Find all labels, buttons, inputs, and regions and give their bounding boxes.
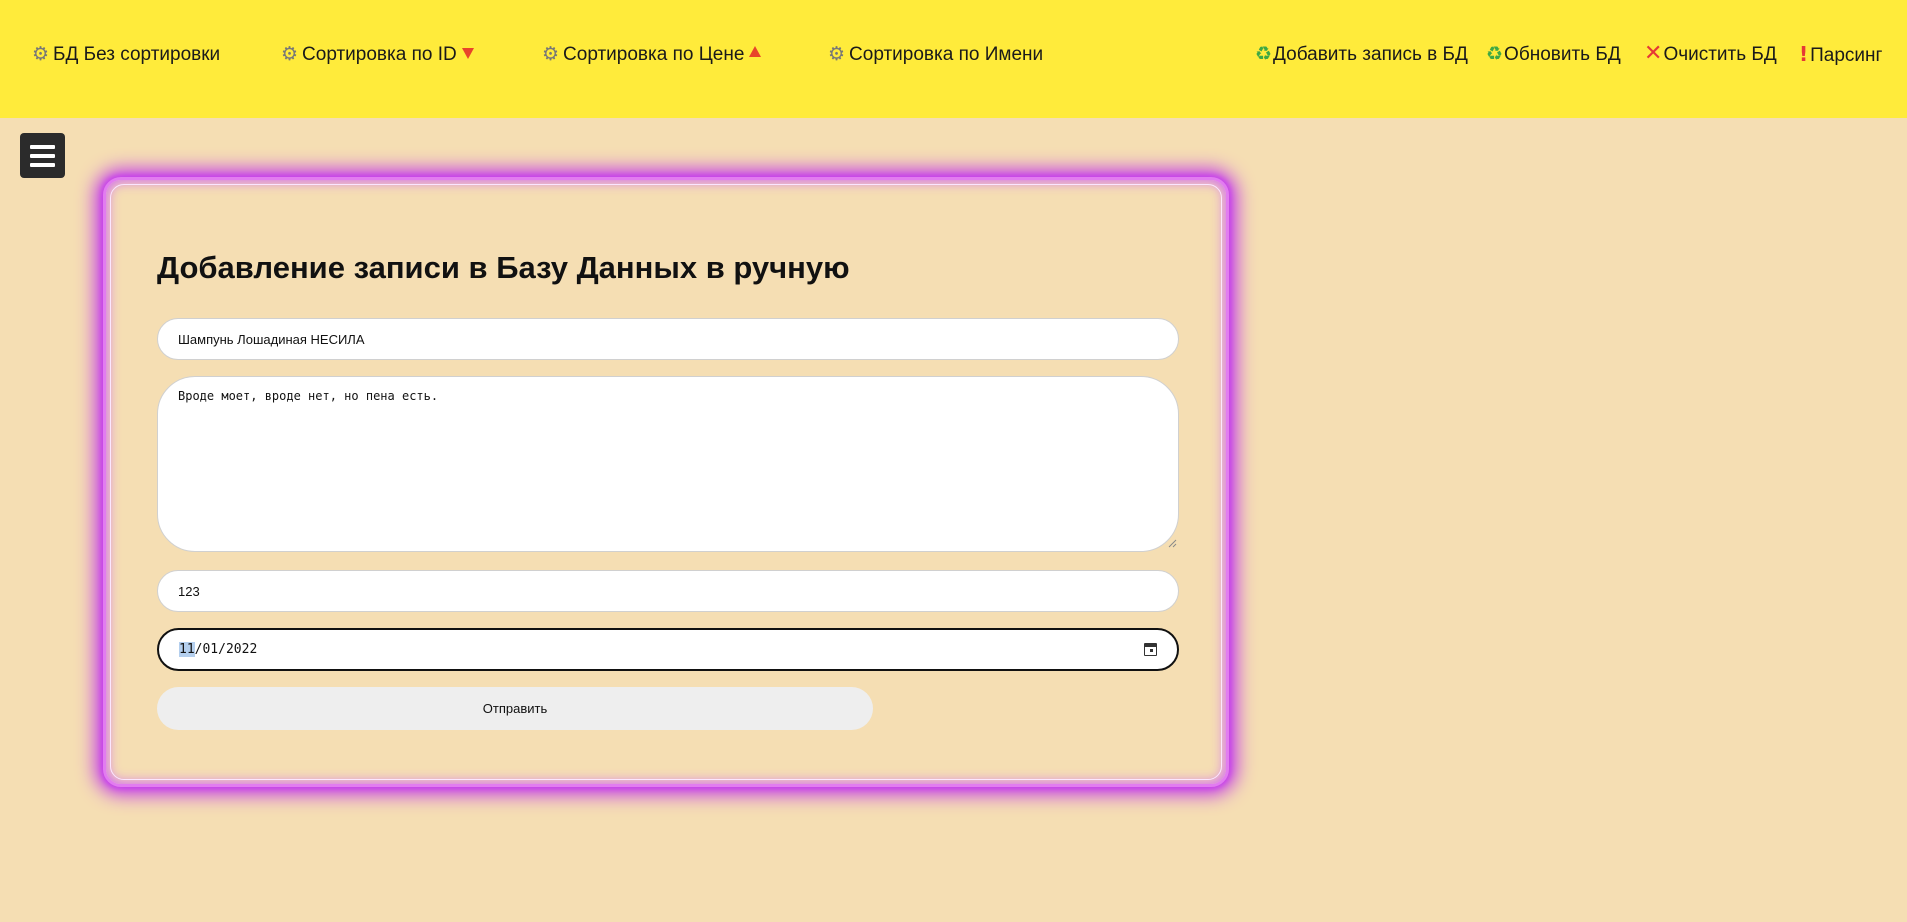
nav-action-update-db[interactable]: ♻Обновить БД (1486, 42, 1621, 67)
nav-action-label: Обновить БД (1504, 44, 1621, 65)
hamburger-bar (30, 163, 55, 167)
price-input[interactable] (157, 570, 1179, 612)
gear-icon: ⚙ (542, 43, 560, 65)
date-rest-segment[interactable]: /01/2022 (195, 642, 258, 657)
triangle-up-icon (749, 46, 762, 57)
nav-item-sort-price[interactable]: ⚙ Сортировка по Цене (542, 42, 762, 67)
hamburger-bar (30, 154, 55, 158)
exclamation-icon: ! (1799, 42, 1809, 66)
nav-action-label: Добавить запись в БД (1273, 44, 1468, 65)
nav-item-label: Сортировка по ID (302, 44, 457, 65)
nav-item-sort-name[interactable]: ⚙ Сортировка по Имени (828, 42, 1043, 67)
nav-action-label: Очистить БД (1663, 44, 1777, 65)
calendar-icon[interactable] (1144, 643, 1157, 656)
triangle-down-icon (461, 48, 474, 59)
nav-action-parsing[interactable]: ! Парсинг (1799, 42, 1882, 68)
add-record-form: Добавление записи в Базу Данных в ручную… (103, 177, 1229, 787)
hamburger-menu-icon (30, 145, 55, 149)
recycle-icon: ♻ (1255, 43, 1273, 65)
gear-icon: ⚙ (281, 43, 299, 65)
date-month-segment[interactable]: 11 (179, 642, 195, 657)
nav-action-label: Парсинг (1810, 45, 1883, 66)
nav-item-label: Сортировка по Цене (563, 44, 745, 65)
hamburger-menu-button[interactable] (20, 133, 65, 178)
recycle-icon: ♻ (1486, 43, 1504, 65)
nav-action-clear-db[interactable]: ✕Очистить БД (1644, 42, 1777, 67)
cross-icon: ✕ (1644, 41, 1663, 66)
form-title: Добавление записи в Базу Данных в ручную (157, 250, 850, 285)
nav-item-label: Сортировка по Имени (849, 44, 1044, 65)
top-nav-bar: ⚙ БД Без сортировки ⚙ Сортировка по ID ⚙ Со… (0, 0, 1907, 118)
product-name-input[interactable] (157, 318, 1179, 360)
nav-item-no-sort[interactable]: ⚙ БД Без сортировки (32, 42, 220, 67)
product-description-textarea[interactable]: Вроде моет, вроде нет, но пена есть. (157, 376, 1179, 552)
nav-item-sort-id[interactable]: ⚙ Сортировка по ID (281, 42, 474, 67)
gear-icon: ⚙ (828, 43, 846, 65)
date-input[interactable]: 11/01/2022 (157, 628, 1179, 671)
nav-action-add-record[interactable]: ♻Добавить запись в БД (1255, 42, 1468, 67)
gear-icon: ⚙ (32, 43, 50, 65)
submit-button[interactable]: Отправить (157, 687, 873, 730)
nav-item-label: БД Без сортировки (53, 44, 221, 65)
